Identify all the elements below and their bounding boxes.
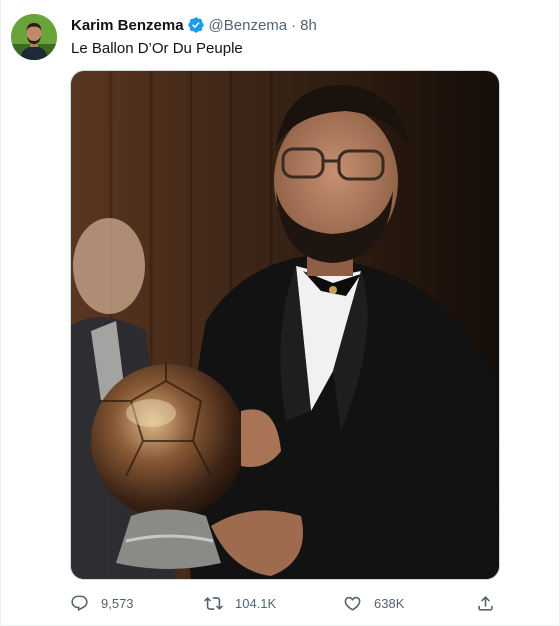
tweet-timestamp[interactable]: 8h bbox=[300, 17, 317, 34]
display-name[interactable]: Karim Benzema bbox=[71, 17, 184, 34]
share-button[interactable] bbox=[476, 590, 507, 616]
tweet-text: Le Ballon D’Or Du Peuple bbox=[71, 40, 243, 57]
tweet-card[interactable]: Karim Benzema @Benzema · 8h Le Ballon D’… bbox=[0, 0, 560, 626]
reply-button[interactable]: 9,573 bbox=[70, 590, 134, 616]
retweet-count: 104.1K bbox=[235, 595, 277, 611]
tweet-header: Karim Benzema @Benzema · 8h bbox=[71, 15, 317, 35]
tweet-photo[interactable] bbox=[70, 70, 500, 580]
user-handle[interactable]: @Benzema bbox=[209, 17, 288, 34]
share-icon bbox=[478, 595, 493, 611]
heart-icon bbox=[344, 596, 361, 611]
like-count: 638K bbox=[374, 595, 405, 611]
avatar[interactable] bbox=[11, 14, 57, 60]
retweet-icon bbox=[204, 596, 223, 610]
tweet-actions: 9,573 104.1K 638K bbox=[1, 590, 560, 616]
reply-icon bbox=[71, 595, 88, 611]
retweet-button[interactable]: 104.1K bbox=[204, 590, 276, 616]
verified-badge-icon bbox=[187, 16, 205, 34]
like-button[interactable]: 638K bbox=[343, 590, 404, 616]
reply-count: 9,573 bbox=[101, 595, 134, 611]
separator-dot: · bbox=[291, 16, 297, 34]
